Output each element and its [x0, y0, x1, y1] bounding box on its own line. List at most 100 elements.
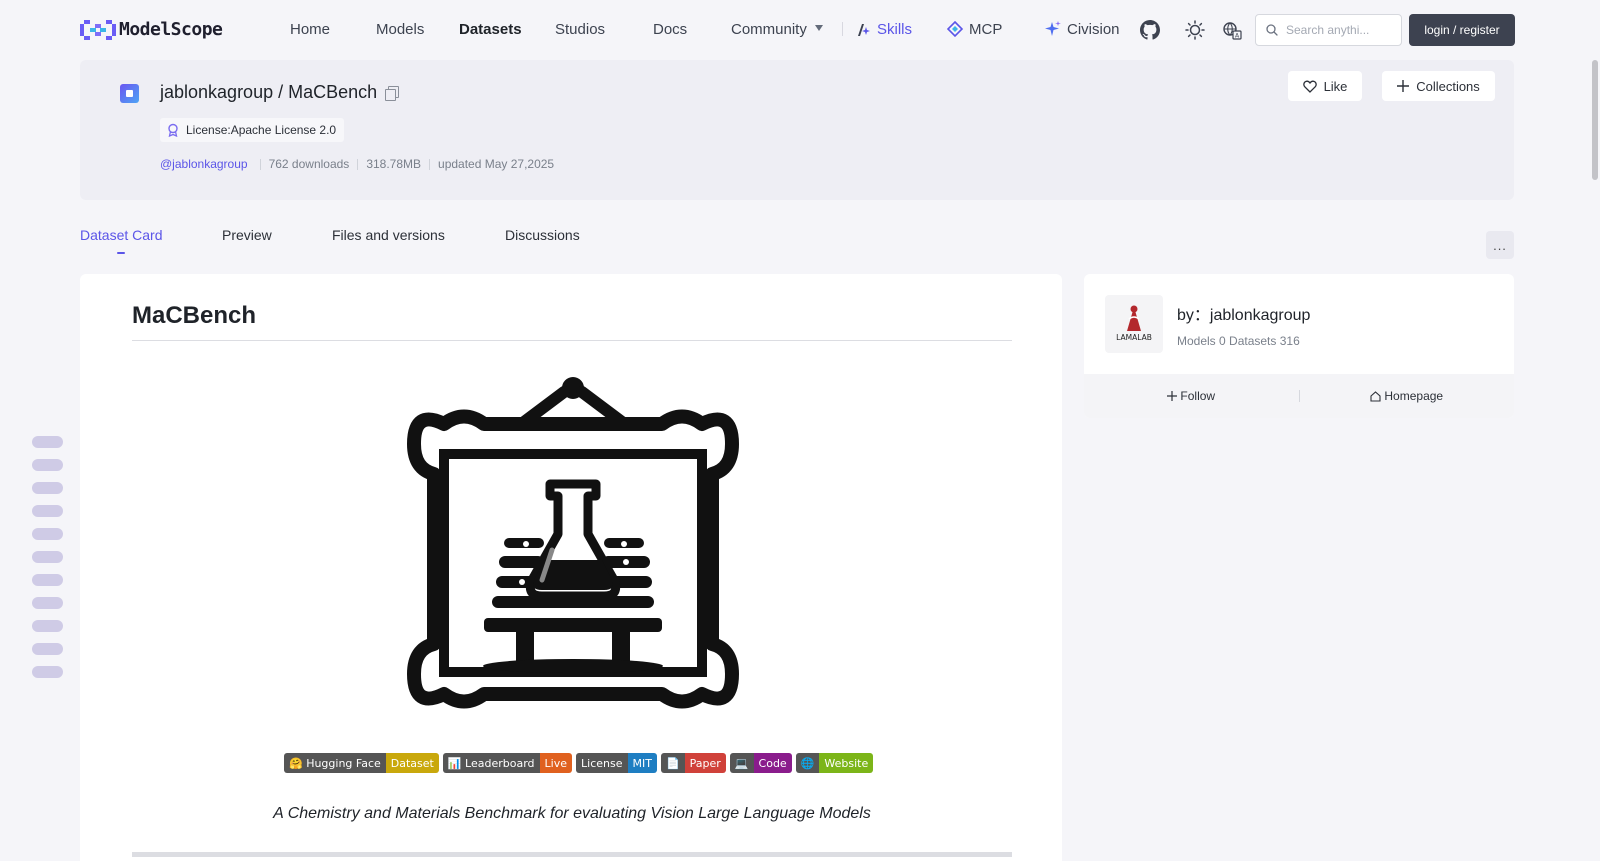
dataset-tagline: A Chemistry and Materials Benchmark for … [273, 805, 871, 822]
search-box[interactable] [1255, 14, 1402, 46]
owner-actions: Follow Homepage [1084, 374, 1514, 418]
dataset-header: jablonkagroup / MaCBench License:Apache … [80, 60, 1514, 200]
license-badge-icon [168, 123, 178, 137]
toc-item[interactable] [32, 482, 63, 494]
badge-left: 🌐 [795, 753, 820, 773]
heading-rule [132, 340, 1012, 341]
copy-icon[interactable] [385, 85, 400, 101]
nav-skills-label: Skills [877, 21, 913, 38]
badge-left: 📊 Leaderboard [442, 753, 540, 773]
nav-community[interactable]: Community [731, 20, 823, 40]
nav-datasets[interactable]: Datasets [459, 20, 522, 40]
updated-date: updated May 27,2025 [438, 157, 555, 171]
badge-right: Live [539, 753, 573, 773]
like-label: Like [1323, 78, 1348, 94]
title-slash: / [278, 82, 284, 102]
nav-skills[interactable]: Skills [857, 20, 912, 40]
content-divider [132, 852, 1012, 857]
nav-models[interactable]: Models [376, 20, 424, 40]
dataset-title: jablonkagroup / MaCBench [160, 82, 400, 103]
plus-icon [1167, 391, 1178, 401]
license-label: License:Apache License 2.0 [186, 123, 337, 137]
github-icon[interactable] [1140, 20, 1160, 40]
chevron-down-icon [814, 25, 823, 31]
nav-mcp-label: MCP [969, 21, 1003, 38]
badge-left: License [576, 753, 628, 773]
login-register-button[interactable]: login / register [1409, 14, 1515, 46]
toc-item[interactable] [32, 436, 63, 448]
more-options-button[interactable]: ... [1486, 231, 1514, 259]
collections-label: Collections [1416, 78, 1480, 94]
meta-divider [429, 158, 431, 170]
homepage-button[interactable]: Homepage [1300, 389, 1515, 403]
badge-right: Dataset [385, 753, 439, 773]
license-tag[interactable]: License:Apache License 2.0 [160, 118, 345, 142]
collections-button[interactable]: Collections [1382, 71, 1495, 101]
huggingface-dataset-badge[interactable]: 🤗 Hugging Face Dataset [284, 753, 439, 773]
owner-link[interactable]: @jablonkagroup [160, 157, 248, 171]
nav-civision[interactable]: Civision [1045, 20, 1120, 40]
nav-community-label: Community [731, 21, 807, 38]
nav-docs[interactable]: Docs [653, 20, 687, 40]
follow-button[interactable]: Follow [1084, 389, 1299, 403]
tab-files-and-versions[interactable]: Files and versions [332, 227, 445, 243]
modelscope-logo[interactable]: ModelScope [80, 19, 223, 40]
badge-left: 🤗 Hugging Face [284, 753, 386, 773]
dataset-meta: @jablonkagroup 762 downloads 318.78MB up… [160, 157, 554, 171]
toc-item[interactable] [32, 551, 63, 563]
logo-mark-icon [80, 19, 116, 40]
tab-discussions[interactable]: Discussions [505, 227, 580, 243]
table-of-contents-placeholder [32, 436, 63, 689]
badge-right: MIT [627, 753, 657, 773]
dataset-size: 318.78MB [366, 157, 422, 171]
toc-item[interactable] [32, 528, 63, 540]
avatar-wordmark: LAMALAB [1116, 333, 1152, 342]
plus-icon [1397, 80, 1410, 92]
dataset-card-content: MaCBench 🤗 Hugging Face Dataset 📊 Leader… [80, 274, 1062, 861]
toc-item[interactable] [32, 459, 63, 471]
badge-row: 🤗 Hugging Face Dataset 📊 Leaderboard Live … [284, 753, 874, 773]
owner-counts: Models 0 Datasets 316 [1177, 334, 1300, 348]
tab-dataset-card[interactable]: Dataset Card [80, 227, 162, 243]
website-badge[interactable]: 🌐 Website [795, 753, 874, 773]
skills-icon [858, 24, 870, 36]
sparkle-icon [1045, 21, 1061, 36]
follow-label: Follow [1180, 389, 1216, 403]
badge-right: Website [819, 753, 874, 773]
nav-civision-label: Civision [1067, 21, 1120, 38]
code-badge[interactable]: 💻 Code [729, 753, 792, 773]
badge-right: Code [753, 753, 792, 773]
avatar[interactable]: LAMALAB [1105, 295, 1163, 353]
macbench-logo-image [407, 377, 739, 709]
dataset-name: MaCBench [288, 82, 378, 102]
toc-item[interactable] [32, 505, 63, 517]
toc-item[interactable] [32, 597, 63, 609]
home-icon [1370, 390, 1381, 402]
toc-item[interactable] [32, 643, 63, 655]
language-icon[interactable]: A [1222, 20, 1242, 40]
toc-item[interactable] [32, 666, 63, 678]
theme-icon[interactable] [1185, 20, 1205, 40]
active-tab-indicator [117, 252, 125, 254]
meta-divider [259, 158, 261, 170]
like-button[interactable]: Like [1288, 71, 1362, 101]
license-badge[interactable]: License MIT [576, 753, 657, 773]
dataset-owner-name[interactable]: jablonkagroup [160, 82, 273, 103]
search-input[interactable] [1286, 23, 1396, 37]
nav-home[interactable]: Home [290, 20, 330, 40]
toc-item[interactable] [32, 574, 63, 586]
top-navbar: ModelScope Home Models Datasets Studios … [0, 0, 1600, 59]
mcp-icon [947, 21, 963, 37]
page-scrollbar[interactable] [1592, 60, 1598, 180]
meta-divider [357, 158, 359, 170]
nav-mcp[interactable]: MCP [947, 20, 1002, 40]
tab-preview[interactable]: Preview [222, 227, 272, 243]
dataset-icon [120, 84, 139, 103]
leaderboard-badge[interactable]: 📊 Leaderboard Live [442, 753, 573, 773]
badge-left: 📄 [660, 753, 685, 773]
nav-divider [842, 22, 843, 36]
owner-name[interactable]: by：jablonkagroup [1177, 301, 1310, 325]
nav-studios[interactable]: Studios [555, 20, 605, 40]
toc-item[interactable] [32, 620, 63, 632]
paper-badge[interactable]: 📄 Paper [660, 753, 726, 773]
